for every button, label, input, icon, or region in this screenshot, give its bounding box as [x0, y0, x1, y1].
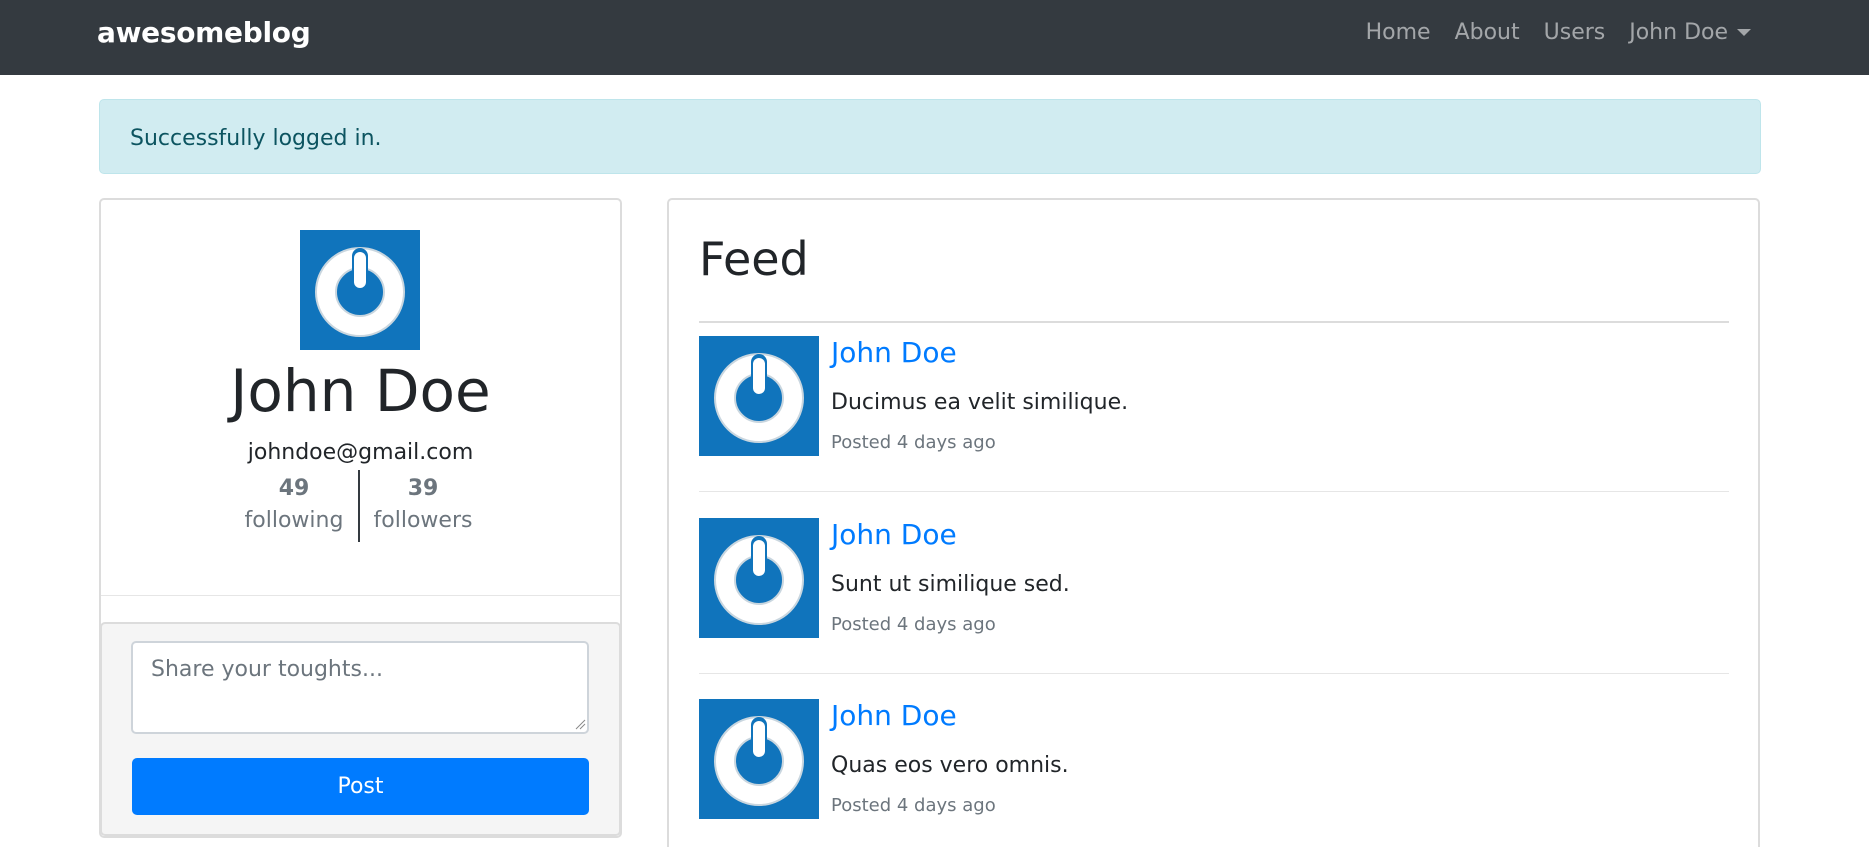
profile-divider — [101, 595, 620, 596]
feed-post: John Doe Quas eos vero omnis. Posted 4 d… — [699, 699, 1729, 819]
power-button-gravatar-icon[interactable] — [699, 699, 819, 819]
post-body: Ducimus ea velit similique. — [831, 390, 1129, 415]
feed-post: John Doe Sunt ut similique sed. Posted 4… — [699, 518, 1729, 638]
feed-post: John Doe Ducimus ea velit similique. Pos… — [699, 336, 1729, 456]
feed-divider — [699, 321, 1729, 323]
chevron-down-icon — [1737, 29, 1751, 36]
post-button[interactable]: Post — [132, 758, 589, 815]
following-stat[interactable]: 49 following — [234, 478, 354, 532]
followers-count: 39 — [407, 476, 439, 501]
nav-home-link[interactable]: Home — [1366, 20, 1431, 45]
post-author-link[interactable]: John Doe — [831, 336, 957, 369]
post-author-link[interactable]: John Doe — [831, 699, 957, 732]
post-timestamp: Posted 4 days ago — [831, 432, 996, 453]
post-timestamp: Posted 4 days ago — [831, 614, 996, 635]
alert-message: Successfully logged in. — [130, 126, 382, 151]
post-author-link[interactable]: John Doe — [831, 518, 957, 551]
power-button-gravatar-icon[interactable] — [699, 336, 819, 456]
nav-about-link[interactable]: About — [1455, 20, 1520, 45]
nav-users-link[interactable]: Users — [1544, 20, 1606, 45]
feed-divider — [699, 491, 1729, 492]
power-button-gravatar-icon[interactable] — [699, 518, 819, 638]
profile-email: johndoe@gmail.com — [247, 440, 474, 465]
post-body: Quas eos vero omnis. — [831, 753, 1069, 778]
stats-divider — [358, 470, 360, 542]
feed-title: Feed — [699, 232, 809, 286]
brand-logo[interactable]: awesomeblog — [97, 16, 311, 49]
profile-avatar — [300, 230, 420, 350]
nav-links: Home About Users John Doe — [1342, 20, 1751, 45]
user-menu-dropdown[interactable]: John Doe — [1629, 20, 1751, 45]
post-timestamp: Posted 4 days ago — [831, 795, 996, 816]
following-count: 49 — [278, 476, 310, 501]
success-alert: Successfully logged in. — [99, 99, 1761, 174]
user-menu-label: John Doe — [1629, 20, 1728, 45]
resize-grip-icon[interactable] — [574, 718, 586, 730]
post-input[interactable] — [131, 641, 589, 734]
feed-divider — [699, 673, 1729, 674]
profile-name: John Doe — [230, 357, 491, 425]
followers-label: followers — [373, 508, 473, 533]
post-body: Sunt ut similique sed. — [831, 572, 1070, 597]
power-button-gravatar-icon — [300, 230, 420, 350]
top-navbar: awesomeblog Home About Users John Doe — [0, 0, 1869, 75]
followers-stat[interactable]: 39 followers — [363, 478, 483, 532]
following-label: following — [244, 508, 344, 533]
